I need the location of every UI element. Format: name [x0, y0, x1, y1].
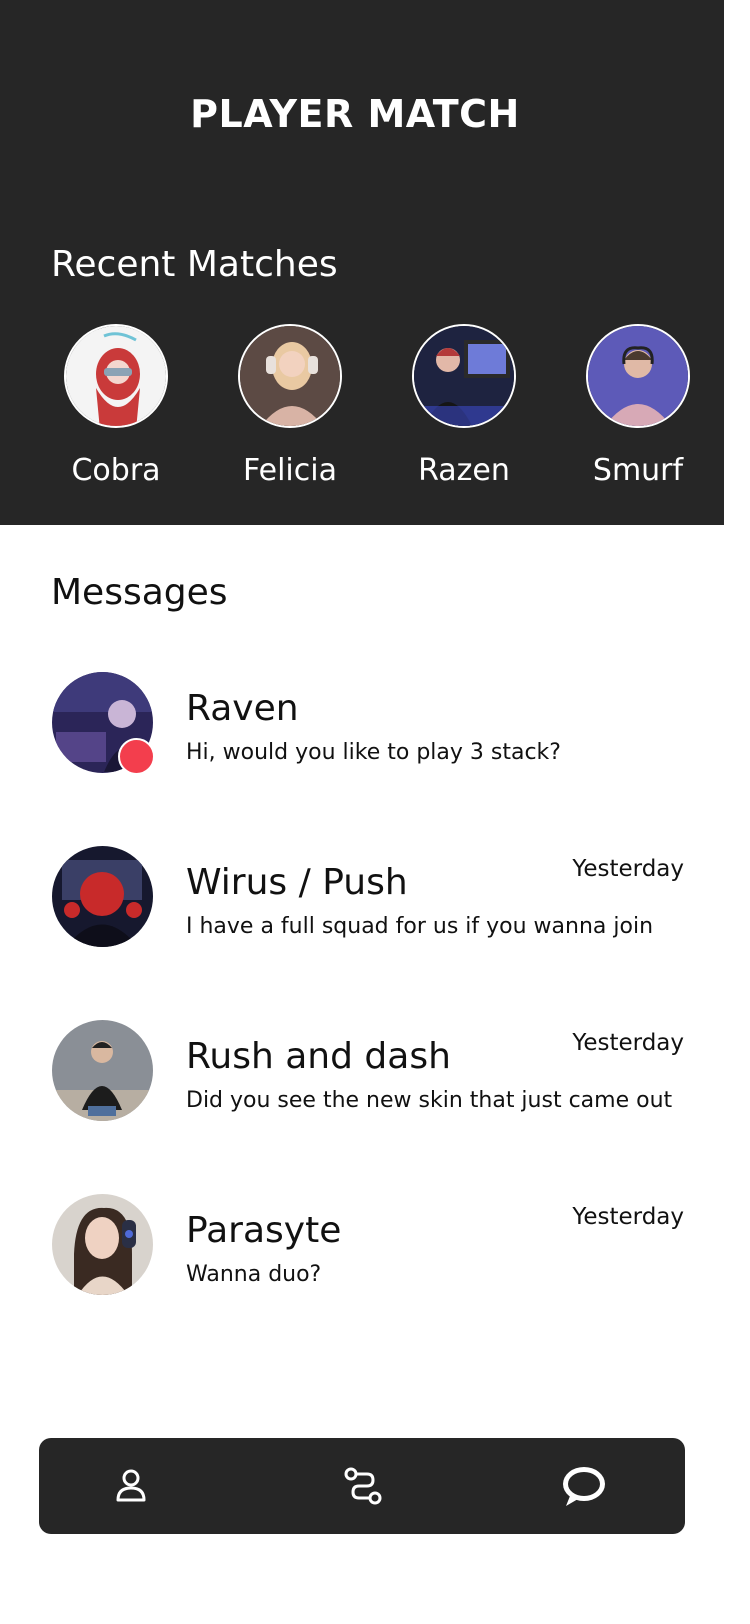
message-time: Yesterday [572, 1204, 684, 1230]
unread-indicator [118, 738, 155, 775]
match-item-cobra[interactable]: Cobra [51, 324, 181, 488]
avatar [412, 324, 516, 428]
match-item-felicia[interactable]: Felicia [225, 324, 355, 488]
header: PLAYER MATCH Recent Matches Cobra Felici… [0, 0, 724, 525]
avatar [52, 1020, 153, 1121]
message-item[interactable]: Rush and dash Yesterday Did you see the … [0, 1020, 724, 1130]
message-item[interactable]: Wirus / Push Yesterday I have a full squ… [0, 846, 724, 956]
message-preview: Did you see the new skin that just came … [186, 1088, 673, 1113]
app-title: PLAYER MATCH [190, 92, 520, 136]
recent-matches-list: Cobra Felicia Razen Smurf [0, 324, 724, 504]
route-icon [344, 1467, 382, 1505]
message-item[interactable]: Raven Hi, would you like to play 3 stack… [0, 672, 724, 782]
message-time: Yesterday [572, 856, 684, 882]
avatar [52, 846, 153, 947]
message-preview: I have a full squad for us if you wanna … [186, 914, 654, 939]
avatar [52, 1194, 153, 1295]
match-item-smurf[interactable]: Smurf [573, 324, 703, 488]
chat-icon [563, 1467, 605, 1506]
message-sender: Parasyte [186, 1210, 342, 1251]
message-time: Yesterday [572, 1030, 684, 1056]
avatar [64, 324, 168, 428]
message-item[interactable]: Parasyte Yesterday Wanna duo? [0, 1194, 724, 1304]
profile-icon [116, 1469, 146, 1502]
avatar [238, 324, 342, 428]
match-name: Felicia [243, 453, 337, 488]
match-name: Smurf [592, 453, 684, 488]
avatar [586, 324, 690, 428]
nav-profile-button[interactable] [105, 1460, 157, 1512]
match-name: Cobra [71, 453, 161, 488]
match-name: Razen [418, 453, 510, 488]
message-preview: Hi, would you like to play 3 stack? [186, 740, 561, 765]
message-sender: Rush and dash [186, 1036, 451, 1077]
messages-title: Messages [51, 572, 228, 613]
message-sender: Raven [186, 688, 299, 729]
match-item-razen[interactable]: Razen [399, 324, 529, 488]
nav-matchmaking-button[interactable] [337, 1460, 389, 1512]
bottom-navigation [39, 1438, 685, 1534]
nav-chat-button[interactable] [558, 1460, 610, 1512]
recent-matches-title: Recent Matches [51, 244, 338, 285]
message-preview: Wanna duo? [186, 1262, 322, 1287]
message-sender: Wirus / Push [186, 862, 408, 903]
